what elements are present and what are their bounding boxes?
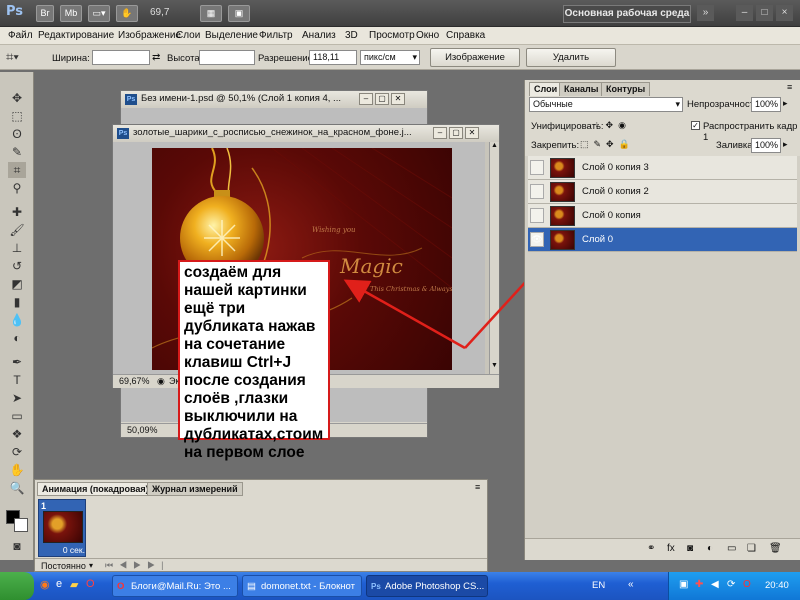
frame-number: 1 (41, 501, 47, 511)
quicklaunch-ie-icon[interactable]: e (56, 578, 62, 590)
photoshop-icon: Ps (371, 582, 381, 591)
unify-icons[interactable]: ⁘✥◉ (593, 120, 631, 131)
chevron-down-icon[interactable]: ▾ (89, 561, 93, 570)
taskbar-item-notepad[interactable]: ▤ domonet.txt - Блокнот (242, 575, 362, 597)
layer-thumbnail (550, 206, 575, 226)
language-indicator[interactable]: EN (592, 580, 605, 591)
tray-update-icon[interactable]: ⟳ (727, 579, 735, 590)
panel-menu-icon[interactable]: ≡ (787, 82, 792, 92)
layer-thumbnail (550, 230, 575, 250)
layer-name: Слой 0 копия 2 (582, 186, 649, 197)
frame-delay[interactable]: 0 сек. (41, 545, 85, 555)
animation-frame[interactable]: 1 0 сек. (38, 499, 86, 557)
blend-mode-select[interactable]: Обычные ▾ (529, 97, 683, 112)
blend-mode-value: Обычные (533, 99, 573, 109)
layer-thumbnail (550, 182, 575, 202)
tab-layers[interactable]: Слои (529, 82, 563, 96)
chevron-down-icon: ▾ (675, 99, 680, 109)
quicklaunch-opera-icon[interactable]: O (86, 578, 95, 590)
system-tray: ▣ ✚ ◀ ⟳ O 20:40 (668, 572, 800, 600)
add-mask-icon[interactable]: ◙ (687, 543, 693, 554)
animation-controls: Постоянно ▾ ⏮◀▶▶| (35, 558, 487, 572)
delete-layer-icon[interactable]: 🗑 (769, 543, 782, 554)
new-layer-icon[interactable]: ❏ (747, 543, 756, 554)
layer-style-icon[interactable]: fx (667, 543, 675, 554)
tab-paths[interactable]: Контуры (601, 82, 651, 96)
opera-icon: O (117, 581, 125, 592)
link-layers-icon[interactable]: ⚭ (647, 543, 655, 554)
arrow-to-artwork (343, 279, 466, 350)
taskbar-item-browser[interactable]: O Блоги@Mail.Ru: Это ... (112, 575, 238, 597)
layer-visibility-toggle[interactable] (530, 160, 544, 175)
notepad-icon: ▤ (247, 581, 256, 592)
clock: 20:40 (765, 580, 789, 591)
lock-icons[interactable]: ⬚✎✥🔒 (580, 139, 635, 150)
quicklaunch-firefox-icon[interactable]: ◉ (40, 578, 50, 591)
taskbar-item-label: Adobe Photoshop CS... (385, 581, 485, 592)
adjustment-layer-icon[interactable]: ◐ (707, 543, 713, 554)
start-button[interactable] (0, 572, 34, 600)
layers-list: Слой 0 копия 3 Слой 0 копия 2 Слой 0 коп… (525, 156, 800, 538)
loop-select[interactable]: Постоянно (41, 561, 86, 571)
panel-menu-icon[interactable]: ≡ (475, 482, 480, 492)
quicklaunch-folder-icon[interactable]: ▰ (70, 578, 78, 591)
layer-visibility-toggle[interactable] (530, 184, 544, 199)
playback-controls[interactable]: ⏮◀▶▶| (105, 560, 170, 571)
layer-row[interactable]: Слой 0 копия (528, 204, 797, 228)
taskbar-item-label: domonet.txt - Блокнот (261, 581, 355, 592)
layer-row-selected[interactable]: 👁 Слой 0 (528, 228, 797, 252)
layer-name: Слой 0 копия 3 (582, 162, 649, 173)
layers-panel: Слои Каналы Контуры ≡ Обычные ▾ Непрозра… (524, 80, 800, 560)
tab-channels[interactable]: Каналы (559, 82, 604, 96)
taskbar-item-label: Блоги@Mail.Ru: Это ... (131, 581, 231, 592)
taskbar-item-photoshop[interactable]: Ps Adobe Photoshop CS... (366, 575, 488, 597)
tray-opera-icon[interactable]: O (743, 579, 751, 590)
tray-arrow-icon[interactable]: « (628, 579, 634, 590)
propagate-frame-checkbox[interactable]: ✓ (691, 121, 700, 130)
eye-icon[interactable]: 👁 (530, 232, 544, 247)
new-group-icon[interactable]: ▭ (727, 543, 736, 554)
layer-visibility-toggle[interactable] (530, 208, 544, 223)
tray-volume-icon[interactable]: ◀ (711, 579, 719, 590)
opacity-slider-icon[interactable]: ▸ (783, 98, 788, 109)
layer-thumbnail (550, 158, 575, 178)
tab-measurement-log[interactable]: Журнал измерений (147, 482, 243, 496)
tray-antivirus-icon[interactable]: ✚ (695, 579, 703, 590)
lock-label: Закрепить: (531, 140, 580, 151)
windows-taskbar: ◉ e ▰ O O Блоги@Mail.Ru: Это ... ▤ domon… (0, 572, 800, 600)
layer-name: Слой 0 копия (582, 210, 641, 221)
tab-animation[interactable]: Анимация (покадровая) (37, 482, 154, 496)
animation-panel: Анимация (покадровая) Журнал измерений ≡… (34, 479, 488, 572)
tray-network-icon[interactable]: ▣ (679, 579, 688, 590)
fill-slider-icon[interactable]: ▸ (783, 139, 788, 150)
layers-footer: ⚭ fx ◙ ◐ ▭ ❏ 🗑 (525, 538, 800, 560)
fill-input[interactable]: 100% (751, 138, 781, 153)
layer-row[interactable]: Слой 0 копия 2 (528, 180, 797, 204)
frame-thumbnail (43, 511, 83, 543)
layer-row[interactable]: Слой 0 копия 3 (528, 156, 797, 180)
fill-label: Заливка: (716, 140, 756, 151)
layer-name: Слой 0 (582, 234, 614, 245)
opacity-input[interactable]: 100% (751, 97, 781, 112)
